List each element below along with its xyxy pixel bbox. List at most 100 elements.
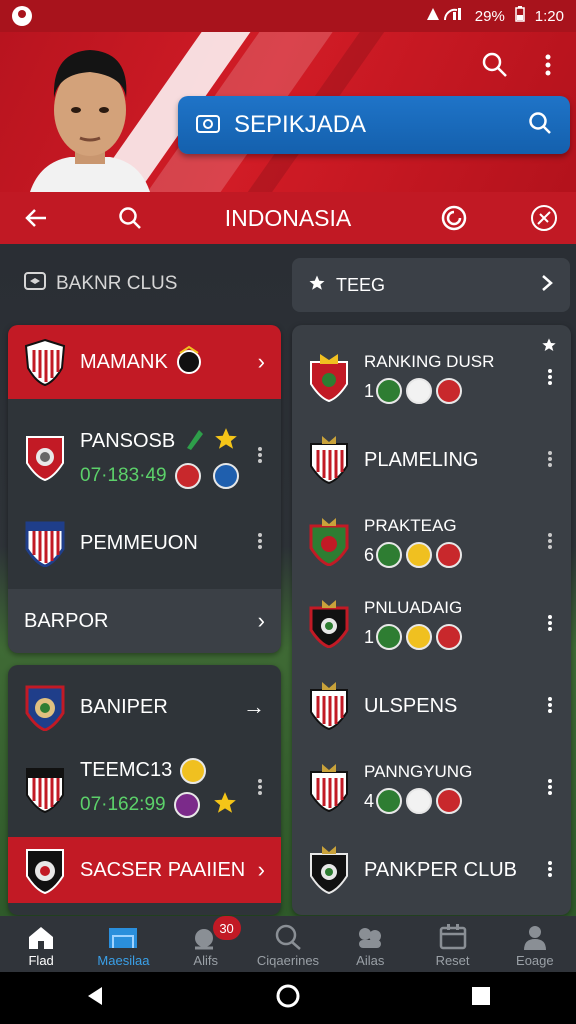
club-crest-icon bbox=[25, 521, 65, 567]
star-icon bbox=[212, 790, 238, 821]
more-options-icon[interactable] bbox=[547, 777, 553, 797]
search-icon[interactable] bbox=[116, 204, 144, 232]
club-name: BANIPER bbox=[80, 695, 168, 718]
club-crest-icon bbox=[310, 764, 348, 812]
tab-calendar[interactable]: Reset bbox=[411, 916, 493, 972]
chevron-right-icon: › bbox=[257, 608, 265, 633]
more-options-icon[interactable] bbox=[257, 445, 263, 465]
ranking-row[interactable]: PLAMELING bbox=[292, 419, 571, 501]
club-name: PNLUADAIG bbox=[364, 598, 463, 617]
badge-icon bbox=[376, 624, 403, 650]
stadium-icon bbox=[109, 928, 138, 948]
home-icon bbox=[29, 927, 54, 949]
list-item[interactable]: SACSER PAAIIEN › bbox=[8, 837, 281, 903]
more-options-icon[interactable] bbox=[547, 859, 553, 879]
more-options-icon[interactable] bbox=[547, 531, 553, 551]
ranking-row[interactable]: PNLUADAIG 1 bbox=[292, 583, 571, 665]
tab-home[interactable]: Flad bbox=[0, 916, 82, 972]
nav-bar: INDONASIA bbox=[0, 192, 576, 244]
tab-label: Reset bbox=[435, 953, 470, 968]
more-options-icon[interactable] bbox=[547, 613, 553, 633]
rank-number: 6 bbox=[364, 544, 375, 565]
settings-icon[interactable] bbox=[530, 204, 558, 232]
app-notification-icon bbox=[12, 6, 32, 26]
club-name: MAMANK bbox=[80, 350, 168, 373]
more-options-icon[interactable] bbox=[547, 367, 553, 387]
section-label: BAKNR CLUS bbox=[56, 273, 178, 294]
club-crest-icon bbox=[25, 685, 65, 731]
camera-icon[interactable] bbox=[196, 113, 220, 138]
badge-icon bbox=[436, 624, 463, 650]
list-item[interactable]: BARPOR › bbox=[8, 589, 281, 653]
search-icon[interactable] bbox=[482, 52, 508, 83]
badge-icon bbox=[436, 788, 463, 814]
ranking-row[interactable]: ULSPENS bbox=[292, 665, 571, 747]
notification-badge: 30 bbox=[212, 916, 241, 940]
refresh-icon[interactable] bbox=[440, 204, 468, 232]
clock: 1:20 bbox=[534, 7, 564, 25]
badge-icon bbox=[173, 792, 200, 818]
tab-label: Alifs bbox=[193, 953, 218, 968]
badge-icon bbox=[180, 757, 207, 784]
search-icon[interactable] bbox=[528, 111, 552, 140]
arrow-right-icon[interactable]: → bbox=[243, 694, 265, 720]
club-score: 07·162:99 bbox=[80, 794, 166, 815]
club-name: PRAKTEAG bbox=[364, 516, 457, 535]
back-arrow-icon[interactable] bbox=[22, 204, 50, 232]
status-bar: 29% 1:20 bbox=[0, 0, 576, 32]
section-header-clubs: BAKNR CLUS bbox=[24, 272, 177, 296]
club-name: PANKPER CLUB bbox=[364, 858, 518, 881]
chevron-right-icon: › bbox=[257, 857, 265, 882]
tab-profile[interactable]: Eoage bbox=[494, 916, 576, 972]
list-item[interactable]: BANIPER → bbox=[8, 667, 281, 747]
club-crest-icon bbox=[26, 849, 64, 894]
more-options-icon[interactable] bbox=[547, 449, 553, 469]
battery-percent: 29% bbox=[474, 7, 505, 25]
tab-label: Ailas bbox=[356, 953, 385, 968]
calendar-icon bbox=[439, 924, 466, 950]
tab-label: Ciqaerines bbox=[256, 953, 320, 968]
badge-icon bbox=[406, 378, 433, 404]
overflow-menu-icon[interactable] bbox=[544, 52, 552, 83]
ranking-row[interactable]: RANKING DUSR 1 bbox=[292, 337, 571, 419]
badge-icon bbox=[376, 788, 403, 814]
clubs-card-1: MAMANK › PANSOSB 07·183·49 PEMMEUON BARP… bbox=[8, 325, 281, 653]
club-crest-icon bbox=[310, 682, 348, 730]
club-crest-icon bbox=[24, 338, 66, 386]
badge-icon bbox=[174, 462, 201, 489]
ranking-card: RANKING DUSR 1 PLAMELING PRAKTEAG 6 PNLU… bbox=[292, 325, 571, 915]
badge-icon bbox=[406, 542, 433, 568]
ranking-row[interactable]: PANKPER CLUB bbox=[292, 829, 571, 911]
club-crest-icon bbox=[309, 600, 349, 648]
list-item[interactable]: TEEMC13 07·162:99 bbox=[8, 749, 281, 829]
back-icon[interactable] bbox=[84, 985, 106, 1012]
list-item[interactable]: PEMMEUON bbox=[8, 503, 281, 583]
more-options-icon[interactable] bbox=[257, 777, 263, 797]
battery-icon bbox=[515, 6, 525, 26]
club-search-bar[interactable]: SEPIKJADA bbox=[178, 96, 570, 154]
tab-search[interactable]: Ciqaerines bbox=[247, 916, 329, 972]
tab-label: Eoage bbox=[516, 953, 554, 968]
club-score: 07·183·49 bbox=[80, 464, 167, 486]
list-item[interactable]: PANSOSB 07·183·49 bbox=[8, 417, 281, 497]
ranking-row[interactable]: PANNGYUNG 4 bbox=[292, 747, 571, 829]
tab-label: Flad bbox=[28, 953, 54, 968]
badge-icon bbox=[436, 378, 463, 404]
ranking-row[interactable]: PRAKTEAG 6 bbox=[292, 501, 571, 583]
home-button-icon[interactable] bbox=[275, 983, 301, 1014]
recents-icon[interactable] bbox=[470, 985, 492, 1012]
more-options-icon[interactable] bbox=[257, 531, 263, 551]
tab-group[interactable]: Ailas bbox=[329, 916, 411, 972]
more-options-icon[interactable] bbox=[547, 695, 553, 715]
badge-icon bbox=[406, 788, 433, 814]
teeg-label: TEEG bbox=[336, 274, 386, 295]
teeg-filter-button[interactable]: TEEG bbox=[292, 258, 570, 312]
tab-alerts[interactable]: 30 Alifs bbox=[165, 916, 247, 972]
profile-icon bbox=[523, 926, 546, 950]
list-item[interactable]: MAMANK › bbox=[8, 325, 281, 399]
rank-number: 4 bbox=[364, 790, 375, 811]
tab-stadium[interactable]: Maesilaa bbox=[82, 916, 164, 972]
mascot-icon bbox=[174, 345, 204, 380]
club-crest-icon bbox=[310, 354, 348, 402]
club-crest-icon bbox=[26, 768, 64, 813]
